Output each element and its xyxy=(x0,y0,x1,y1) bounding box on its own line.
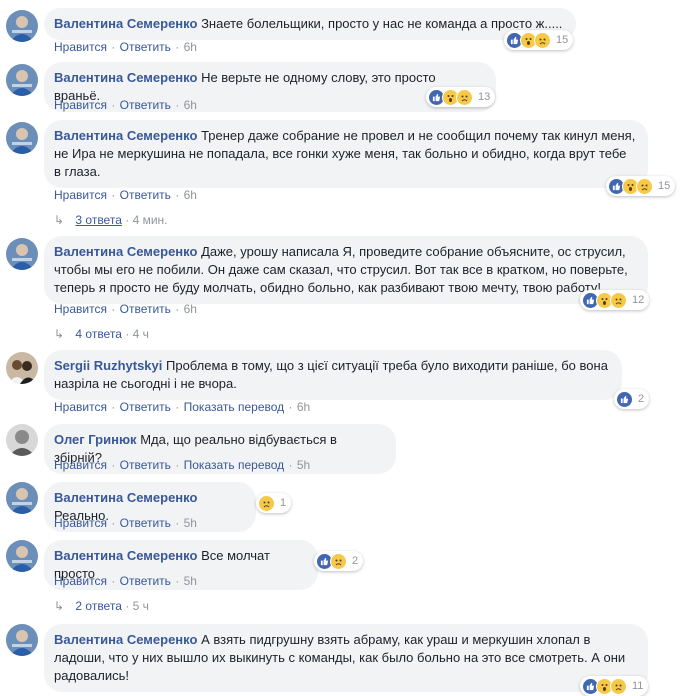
reply-link[interactable]: Ответить xyxy=(120,40,171,54)
comment-bubble: Sergii Ruzhytskyi Проблема в тому, що з … xyxy=(44,350,622,400)
sad-face-icon xyxy=(636,177,653,195)
comment-bubble: Валентина Семеренко Знаете болельщики, п… xyxy=(44,8,576,40)
thumbs-up-icon xyxy=(616,390,633,408)
comment-author[interactable]: Валентина Семеренко xyxy=(54,548,197,563)
like-link[interactable]: Нравится xyxy=(54,302,107,316)
reply-link[interactable]: Ответить xyxy=(120,400,171,414)
avatar[interactable] xyxy=(6,540,38,572)
comment-bubble: Валентина Семеренко А взять пидгрушну вз… xyxy=(44,624,648,692)
reply-arrow-icon: ↳ xyxy=(54,599,65,613)
reaction-count: 2 xyxy=(352,555,359,567)
comment-author[interactable]: Олег Гринюк xyxy=(54,432,137,447)
avatar[interactable] xyxy=(6,238,38,270)
like-link[interactable]: Нравится xyxy=(54,40,107,54)
comment-author[interactable]: Sergii Ruzhytskyi xyxy=(54,358,162,373)
reaction-summary[interactable]: 15 xyxy=(606,176,676,196)
comment-author[interactable]: Валентина Семеренко xyxy=(54,128,197,143)
sad-face-icon xyxy=(610,677,627,695)
comment-author[interactable]: Валентина Семеренко xyxy=(54,244,197,259)
comment-actions: Нравится · Ответить · 5h xyxy=(54,516,197,530)
comment-author[interactable]: Валентина Семеренко xyxy=(54,70,197,85)
reaction-summary[interactable]: 15 xyxy=(504,30,574,50)
replies-link[interactable]: 4 ответа xyxy=(75,327,121,341)
reaction-summary[interactable]: 1 xyxy=(256,493,292,513)
comment-author[interactable]: Валентина Семеренко xyxy=(54,16,197,31)
replies-link[interactable]: 2 ответа xyxy=(75,599,121,613)
avatar[interactable] xyxy=(6,624,38,656)
comment-actions: Нравится · Ответить · Показать перевод ·… xyxy=(54,458,311,472)
reaction-count: 12 xyxy=(632,294,645,306)
comment-time[interactable]: 5h xyxy=(184,574,197,588)
sad-face-icon xyxy=(330,552,347,570)
comment-time[interactable]: 5h xyxy=(297,458,310,472)
like-link[interactable]: Нравится xyxy=(54,574,107,588)
comment-author[interactable]: Валентина Семеренко xyxy=(54,632,197,647)
avatar[interactable] xyxy=(6,482,38,514)
reaction-summary[interactable]: 2 xyxy=(314,551,364,571)
comment-time[interactable]: 6h xyxy=(184,302,197,316)
replies-thread[interactable]: ↳ 4 ответа · 4 ч xyxy=(54,327,149,341)
comment-actions: Нравится · Ответить · 6h xyxy=(54,302,197,316)
like-link[interactable]: Нравится xyxy=(54,400,107,414)
reaction-count: 11 xyxy=(632,680,644,692)
like-link[interactable]: Нравится xyxy=(54,188,107,202)
comment-bubble: Валентина Семеренко Даже, урошу написала… xyxy=(44,236,648,304)
replies-thread[interactable]: ↳ 2 ответа · 5 ч xyxy=(54,599,149,613)
comment-time[interactable]: 6h xyxy=(184,40,197,54)
reaction-summary[interactable]: 12 xyxy=(580,290,650,310)
replies-thread[interactable]: ↳ 3 ответа · 4 мин. xyxy=(54,213,167,227)
sad-face-icon xyxy=(456,88,473,106)
like-link[interactable]: Нравится xyxy=(54,516,107,530)
reply-link[interactable]: Ответить xyxy=(120,302,171,316)
comment-actions: Нравится · Ответить · 5h xyxy=(54,574,197,588)
reaction-count: 1 xyxy=(280,497,287,509)
comment-time[interactable]: 6h xyxy=(184,98,197,112)
reaction-count: 2 xyxy=(638,393,645,405)
comment-author[interactable]: Валентина Семеренко xyxy=(54,490,197,505)
like-link[interactable]: Нравится xyxy=(54,458,107,472)
comment-actions: Нравится · Ответить · 6h xyxy=(54,40,197,54)
replies-time: 5 ч xyxy=(132,599,149,613)
reply-link[interactable]: Ответить xyxy=(120,458,171,472)
reaction-count: 15 xyxy=(658,180,671,192)
reaction-summary[interactable]: 2 xyxy=(614,389,650,409)
comment-time[interactable]: 6h xyxy=(297,400,310,414)
translate-link[interactable]: Показать перевод xyxy=(184,400,285,414)
comment-actions: Нравится · Ответить · 6h xyxy=(54,188,197,202)
like-link[interactable]: Нравится xyxy=(54,98,107,112)
reply-arrow-icon: ↳ xyxy=(54,327,65,341)
replies-link[interactable]: 3 ответа xyxy=(75,213,121,227)
replies-time: 4 мин. xyxy=(132,213,168,227)
avatar[interactable] xyxy=(6,10,38,42)
sad-face-icon xyxy=(258,494,275,512)
reply-link[interactable]: Ответить xyxy=(120,574,171,588)
sad-face-icon xyxy=(610,291,627,309)
comment-bubble: Валентина Семеренко Тренер даже собрание… xyxy=(44,120,648,188)
replies-time: 4 ч xyxy=(132,327,149,341)
reaction-count: 15 xyxy=(556,34,569,46)
reply-link[interactable]: Ответить xyxy=(120,98,171,112)
avatar[interactable] xyxy=(6,122,38,154)
comment-time[interactable]: 6h xyxy=(184,188,197,202)
reply-link[interactable]: Ответить xyxy=(120,516,171,530)
comment-time[interactable]: 5h xyxy=(184,516,197,530)
avatar[interactable] xyxy=(6,64,38,96)
comment-actions: Нравится · Ответить · 6h xyxy=(54,98,197,112)
avatar[interactable] xyxy=(6,352,38,384)
reaction-summary[interactable]: 11 xyxy=(580,676,649,696)
reply-link[interactable]: Ответить xyxy=(120,188,171,202)
reply-arrow-icon: ↳ xyxy=(54,213,65,227)
comment-text: Знаете болельщики, просто у нас не коман… xyxy=(201,16,563,31)
reaction-summary[interactable]: 13 xyxy=(426,87,496,107)
reaction-count: 13 xyxy=(478,91,491,103)
sad-face-icon xyxy=(534,31,551,49)
comment-actions: Нравится · Ответить · Показать перевод ·… xyxy=(54,400,311,414)
avatar[interactable] xyxy=(6,424,38,456)
translate-link[interactable]: Показать перевод xyxy=(184,458,285,472)
